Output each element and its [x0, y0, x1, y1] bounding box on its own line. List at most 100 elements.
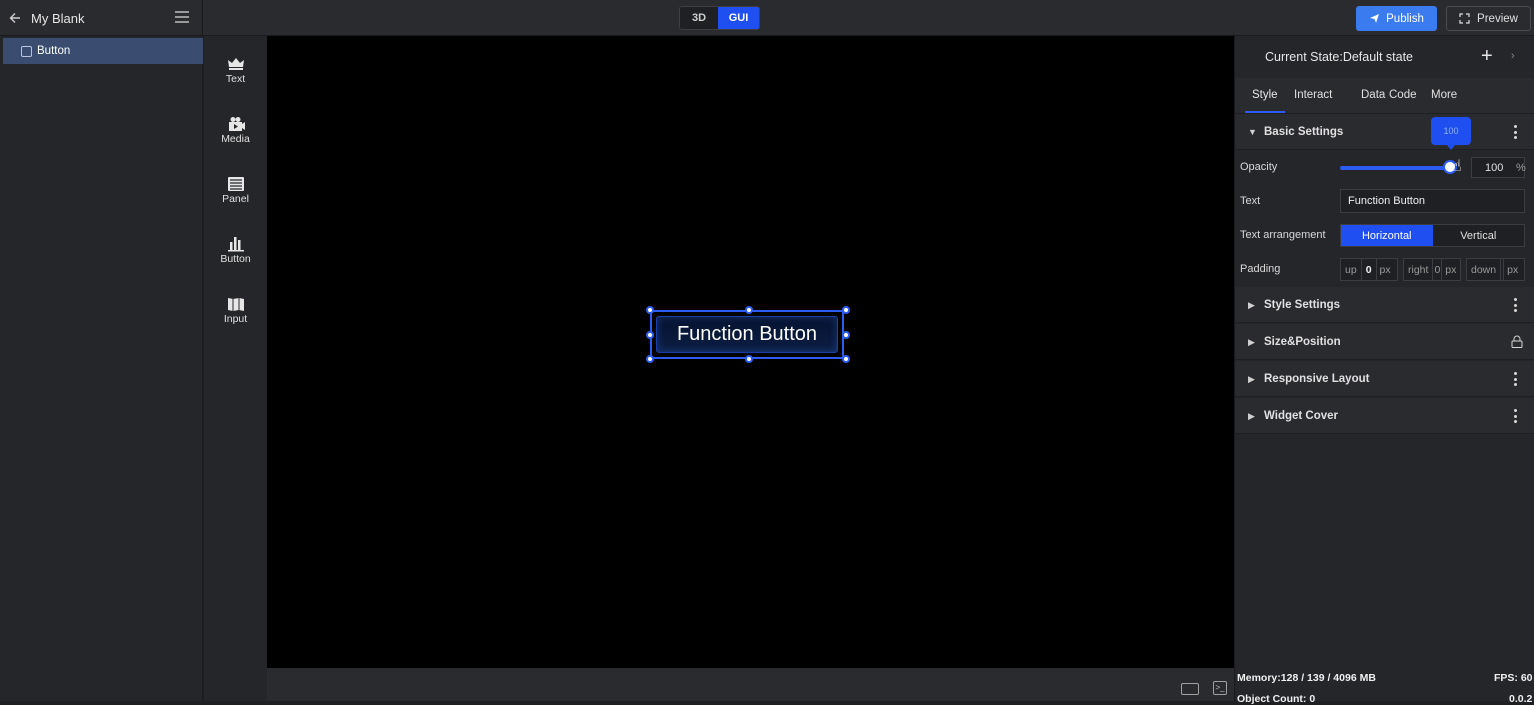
canvas-status-bar: >_ — [267, 668, 1234, 701]
resize-handle-top-left[interactable] — [646, 306, 654, 314]
padding-down-field[interactable]: down px — [1466, 258, 1525, 281]
section-title: Responsive Layout — [1264, 373, 1370, 385]
padding-up-unit: px — [1375, 259, 1394, 280]
resize-handle-bottom-right[interactable] — [842, 355, 850, 363]
keyboard-icon[interactable] — [1181, 683, 1199, 695]
active-tab-indicator — [1245, 111, 1285, 113]
text-prop-label: Text — [1240, 195, 1261, 207]
section-title: Style Settings — [1264, 299, 1341, 311]
resize-handle-bottom[interactable] — [745, 355, 753, 363]
send-icon — [1370, 14, 1380, 23]
section-size-position[interactable]: ▶ Size&Position — [1235, 324, 1534, 360]
resize-handle-top[interactable] — [745, 306, 753, 314]
function-button-widget[interactable]: Function Button — [646, 306, 850, 363]
padding-down-label: down — [1467, 259, 1502, 280]
more-options-icon[interactable] — [1514, 298, 1518, 312]
state-bar: Current State:Default state + › — [1235, 36, 1534, 78]
mode-gui-button[interactable]: GUI — [718, 7, 759, 29]
resize-handle-left[interactable] — [646, 331, 654, 339]
more-options-icon[interactable] — [1514, 372, 1518, 386]
current-state[interactable]: Current State:Default state — [1265, 50, 1413, 64]
preview-label: Preview — [1477, 12, 1518, 25]
resize-handle-bottom-left[interactable] — [646, 355, 654, 363]
resize-handle-top-right[interactable] — [842, 306, 850, 314]
caret-right-icon: ▶ — [1248, 374, 1255, 384]
layer-panel: Button — [0, 36, 203, 701]
fullscreen-icon — [1459, 13, 1470, 24]
padding-up-label: up — [1341, 259, 1362, 280]
layer-item-label: Button — [37, 45, 71, 57]
text-arrangement-label: Text arrangement — [1240, 229, 1326, 241]
padding-up-value: 0 — [1365, 263, 1372, 276]
mode-switch: 3D GUI — [679, 6, 760, 30]
tool-media-label: Media — [221, 133, 250, 145]
widget-toolbox: Text Media Panel Button Input — [204, 36, 267, 701]
more-options-icon[interactable] — [1514, 125, 1518, 139]
tab-interact[interactable]: Interact — [1294, 89, 1332, 101]
section-responsive-layout[interactable]: ▶ Responsive Layout — [1235, 361, 1534, 397]
section-widget-cover[interactable]: ▶ Widget Cover — [1235, 398, 1534, 434]
mode-3d-button[interactable]: 3D — [680, 7, 718, 29]
tab-data[interactable]: Data — [1361, 89, 1385, 101]
more-options-icon[interactable] — [1514, 409, 1518, 423]
chevron-right-icon[interactable]: › — [1511, 50, 1515, 62]
lock-icon[interactable] — [1511, 335, 1523, 348]
padding-right-field[interactable]: right 0 px — [1403, 258, 1461, 281]
tab-code[interactable]: Code — [1389, 89, 1417, 101]
opacity-slider-track[interactable] — [1340, 166, 1450, 170]
tab-style[interactable]: Style — [1252, 89, 1278, 101]
inspector-tabs: Style Interact Data Code More — [1235, 78, 1534, 114]
terminal-icon[interactable]: >_ — [1213, 681, 1227, 695]
layer-item-button[interactable]: Button — [3, 38, 203, 64]
add-state-icon[interactable]: + — [1481, 46, 1493, 66]
caret-right-icon: ▶ — [1248, 300, 1255, 310]
arrangement-horizontal[interactable]: Horizontal — [1341, 225, 1433, 246]
text-field[interactable]: Function Button — [1340, 189, 1525, 213]
publish-button[interactable]: Publish — [1356, 6, 1437, 31]
object-count: Object Count: 0 — [1237, 693, 1316, 705]
fps-readout: FPS: 60 — [1494, 672, 1533, 684]
padding-right-unit: px — [1441, 259, 1459, 280]
preview-button[interactable]: Preview — [1446, 6, 1531, 31]
design-canvas[interactable]: Function Button — [267, 36, 1234, 668]
section-title: Size&Position — [1264, 336, 1341, 348]
widget-text: Function Button — [676, 323, 818, 345]
publish-label: Publish — [1386, 12, 1424, 25]
tool-panel[interactable]: Panel — [204, 172, 267, 212]
input-icon — [227, 298, 244, 311]
top-bar: My Blank 3D GUI Publish Preview — [0, 0, 1534, 36]
section-title: Basic Settings — [1264, 126, 1344, 138]
chart-icon — [227, 237, 244, 252]
padding-up-field[interactable]: up 0 px — [1340, 258, 1398, 281]
button-widget-icon — [21, 45, 32, 57]
tab-more[interactable]: More — [1431, 89, 1457, 101]
tool-text[interactable]: Text — [204, 52, 267, 92]
tool-panel-label: Panel — [222, 193, 249, 205]
caret-right-icon: ▶ — [1248, 337, 1255, 347]
tool-text-label: Text — [225, 73, 246, 85]
tool-button[interactable]: Button — [204, 232, 267, 272]
opacity-input[interactable]: 100 % — [1471, 157, 1526, 178]
tool-media[interactable]: Media — [204, 112, 267, 152]
project-header: My Blank — [0, 0, 203, 36]
opacity-label: Opacity — [1240, 161, 1278, 173]
section-style-settings[interactable]: ▶ Style Settings — [1235, 287, 1534, 323]
back-arrow-icon[interactable] — [8, 11, 22, 25]
resize-handle-right[interactable] — [842, 331, 850, 339]
opacity-unit: % — [1516, 162, 1526, 174]
caret-right-icon: ▶ — [1248, 411, 1255, 421]
padding-label: Padding — [1240, 263, 1281, 275]
inspector-panel: Current State:Default state + › Style In… — [1234, 36, 1534, 701]
padding-down-unit: px — [1503, 259, 1521, 280]
section-basic-settings[interactable]: ▼ Basic Settings — [1235, 114, 1534, 150]
opacity-value: 100 — [1485, 162, 1504, 174]
tool-input[interactable]: Input — [204, 292, 267, 332]
memory-readout: Memory:128 / 139 / 4096 MB — [1237, 672, 1376, 684]
arrangement-vertical[interactable]: Vertical — [1432, 225, 1524, 246]
hamburger-menu-icon[interactable] — [175, 11, 189, 25]
text-arrangement-toggle: Horizontal Vertical — [1340, 224, 1525, 247]
project-title: My Blank — [31, 10, 85, 26]
opacity-tooltip: 100 — [1431, 117, 1471, 150]
padding-right-label: right — [1404, 259, 1434, 280]
hand-cursor-icon: ☝ — [1452, 158, 1462, 175]
